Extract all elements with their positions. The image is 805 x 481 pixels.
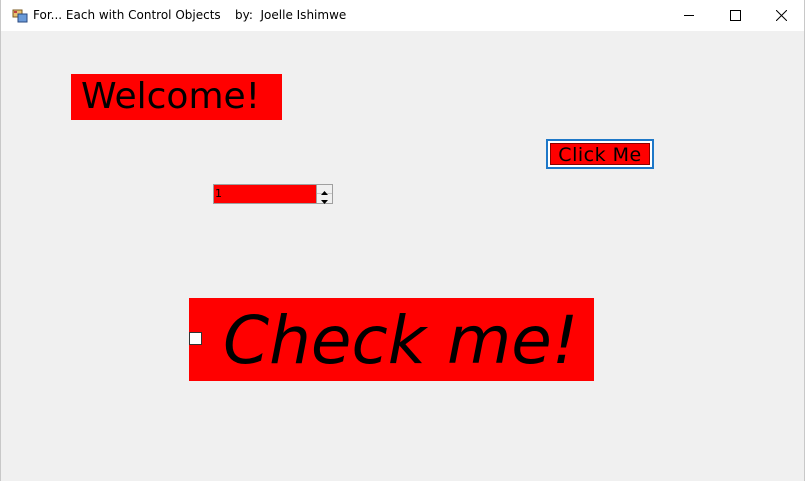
numeric-value-field[interactable]: 1 xyxy=(215,185,222,203)
click-me-button[interactable]: Click Me xyxy=(546,139,654,169)
checkbox-square[interactable] xyxy=(189,332,202,345)
welcome-label: Welcome! xyxy=(71,74,282,120)
app-icon[interactable] xyxy=(12,8,28,24)
minimize-icon xyxy=(683,10,695,21)
window-title: For... Each with Control Objects xyxy=(33,8,221,22)
numeric-up-down[interactable]: 1 xyxy=(213,184,333,204)
spin-down-button[interactable] xyxy=(317,194,332,204)
click-me-button-label: Click Me xyxy=(550,143,650,166)
check-me-checkbox[interactable]: Check me! xyxy=(189,298,594,381)
window-author: by: Joelle Ishimwe xyxy=(235,8,347,22)
app-window: For... Each with Control Objects by: Joe… xyxy=(0,0,805,481)
maximize-button[interactable] xyxy=(712,0,758,31)
title-bar[interactable]: For... Each with Control Objects by: Joe… xyxy=(1,0,804,31)
chevron-down-icon xyxy=(321,189,328,208)
maximize-icon xyxy=(729,10,741,21)
checkbox-label[interactable]: Check me! xyxy=(223,301,578,381)
spin-buttons xyxy=(316,185,332,204)
minimize-button[interactable] xyxy=(666,0,712,31)
close-icon xyxy=(775,10,787,21)
close-button[interactable] xyxy=(758,0,804,31)
